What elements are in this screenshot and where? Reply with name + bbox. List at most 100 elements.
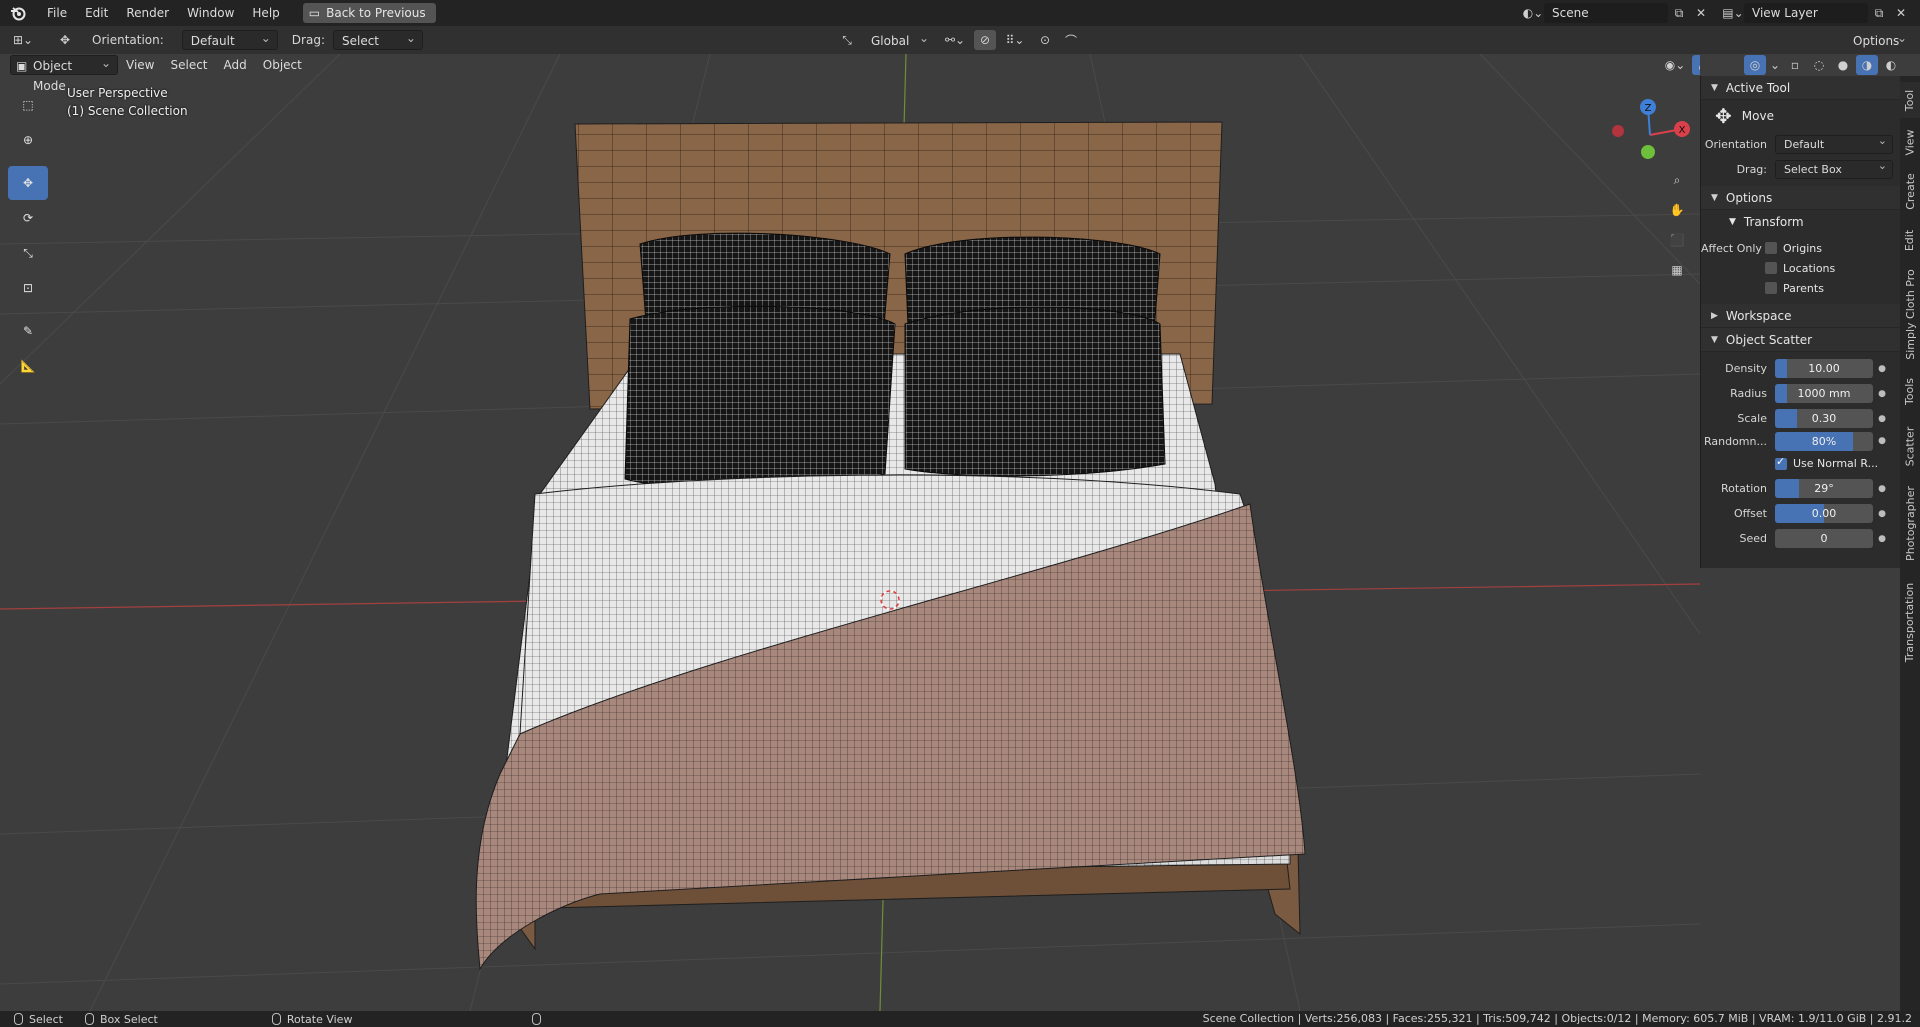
duplicate-scene-icon[interactable]: ⧉ xyxy=(1668,3,1690,23)
material-shading-icon[interactable]: ◑ xyxy=(1856,55,1878,75)
move-tool[interactable]: ✥ xyxy=(8,166,48,200)
keyframe-dot-icon[interactable]: ● xyxy=(1873,534,1891,544)
pan-view-hand-icon[interactable]: ✋ xyxy=(1664,197,1690,223)
3d-viewport[interactable]: ▣ Object Mode View Select Add Object ◉⌄ … xyxy=(0,54,1700,1011)
viewport-menu-view[interactable]: View xyxy=(118,55,162,75)
parents-checkbox[interactable] xyxy=(1765,282,1777,294)
tab-photographer[interactable]: Photographer xyxy=(1900,478,1920,568)
editor-type-icon[interactable]: ⊞⌄ xyxy=(8,30,38,50)
keyframe-dot-icon[interactable]: ● xyxy=(1873,389,1891,399)
back-to-previous-button[interactable]: ▭ Back to Previous xyxy=(302,3,436,23)
tab-edit[interactable]: Edit xyxy=(1900,220,1920,260)
delete-view-layer-icon[interactable]: ✕ xyxy=(1890,3,1912,23)
xray-toggle-icon[interactable]: ▫ xyxy=(1784,55,1806,75)
panel-expanded-icon: ▼ xyxy=(1711,82,1718,93)
gizmo-y-axis[interactable] xyxy=(1641,145,1655,159)
use-normal-checkbox[interactable] xyxy=(1775,455,1787,470)
transform-tool[interactable]: ⊡ xyxy=(8,271,48,305)
density-field[interactable]: 10.00 xyxy=(1775,359,1873,378)
scale-tool[interactable]: ⤡ xyxy=(8,236,48,270)
gizmo-neg-x-axis[interactable] xyxy=(1612,125,1624,137)
orientation-dropdown[interactable]: Default xyxy=(181,28,278,50)
use-normal-label: Use Normal R... xyxy=(1793,457,1879,470)
viewport-menu-select[interactable]: Select xyxy=(162,55,215,75)
locations-checkbox[interactable] xyxy=(1765,262,1777,274)
pivot-point-icon[interactable]: ⚯⌄ xyxy=(940,30,970,50)
overlays-options-icon[interactable]: ⌄ xyxy=(1768,55,1782,75)
snap-toggle-icon[interactable]: ⊘ xyxy=(974,30,996,50)
camera-view-icon[interactable]: ⬛ xyxy=(1664,227,1690,253)
falloff-icon[interactable]: ⌒ xyxy=(1060,30,1082,50)
viewport-menu-object[interactable]: Object xyxy=(255,55,310,75)
gizmo-toggle-icon[interactable]: ⤢ xyxy=(1692,55,1700,75)
overlays-toggle-icon[interactable]: ◎ xyxy=(1744,55,1766,75)
tab-transportation[interactable]: Transportation xyxy=(1900,572,1920,672)
origins-checkbox[interactable] xyxy=(1765,242,1777,254)
status-context-menu xyxy=(532,1013,542,1025)
measure-tool[interactable]: 📐 xyxy=(8,349,48,383)
scene-type-icon[interactable]: ◐⌄ xyxy=(1522,3,1544,23)
proportional-edit-icon[interactable]: ⊙ xyxy=(1034,30,1056,50)
rotation-field[interactable]: 29° xyxy=(1775,479,1873,498)
offset-field[interactable]: 0.00 xyxy=(1775,504,1873,523)
wireframe-shading-icon[interactable]: ◌ xyxy=(1808,55,1830,75)
drag-dropdown[interactable]: Select Box xyxy=(332,28,423,68)
object-scatter-panel-header[interactable]: ▼ Object Scatter xyxy=(1701,328,1900,352)
select-box-icon: ⬚ xyxy=(22,98,34,112)
keyframe-dot-icon[interactable]: ● xyxy=(1873,484,1891,494)
keyframe-dot-icon[interactable]: ● xyxy=(1873,414,1891,424)
tab-view[interactable]: View xyxy=(1900,122,1920,162)
duplicate-view-layer-icon[interactable]: ⧉ xyxy=(1868,3,1890,23)
view-layer-name-field[interactable]: View Layer xyxy=(1744,3,1868,23)
menu-window[interactable]: Window xyxy=(178,2,243,24)
view-layer-selector: ▤⌄ View Layer ⧉ ✕ xyxy=(1722,2,1912,24)
tab-scatter[interactable]: Scatter xyxy=(1900,418,1920,474)
menu-edit[interactable]: Edit xyxy=(76,2,117,24)
active-tool-panel-header[interactable]: ▼ Active Tool xyxy=(1701,76,1900,100)
options-dropdown[interactable]: Options xyxy=(1844,28,1914,50)
annotate-tool[interactable]: ✎ xyxy=(8,314,48,348)
menu-help[interactable]: Help xyxy=(243,2,288,24)
menu-file[interactable]: File xyxy=(38,2,76,24)
status-box-select-label: Box Select xyxy=(99,1012,158,1026)
tab-tools[interactable]: Tools xyxy=(1900,368,1920,414)
tab-simply-cloth-pro[interactable]: Simply Cloth Pro xyxy=(1900,264,1920,364)
np-orientation-dropdown[interactable]: Default xyxy=(1775,132,1893,154)
keyframe-dot-icon[interactable]: ● xyxy=(1873,509,1891,519)
viewport-menu-add[interactable]: Add xyxy=(216,55,255,75)
mode-dropdown[interactable]: ▣ Object Mode xyxy=(10,54,118,93)
np-drag-dropdown[interactable]: Select Box xyxy=(1775,157,1893,179)
bed-model[interactable] xyxy=(475,121,1306,971)
move-tool-header-icon: ✥ xyxy=(59,33,71,47)
options-panel-header[interactable]: ▼ Options xyxy=(1701,186,1900,210)
panel-expanded-icon: ▼ xyxy=(1729,217,1736,227)
transform-subpanel-header[interactable]: ▼ Transform xyxy=(1701,210,1900,234)
randomness-field[interactable]: 80% xyxy=(1775,431,1873,451)
tab-create[interactable]: Create xyxy=(1900,166,1920,216)
scale-field[interactable]: 0.30 xyxy=(1775,409,1873,428)
scale-label: Scale xyxy=(1737,412,1767,425)
delete-scene-icon[interactable]: ✕ xyxy=(1690,3,1712,23)
scene-name-field[interactable]: Scene xyxy=(1544,3,1668,23)
keyframe-dot-icon[interactable]: ● xyxy=(1873,436,1891,446)
rendered-shading-icon[interactable]: ◐ xyxy=(1880,55,1902,75)
tab-tool[interactable]: Tool xyxy=(1900,82,1920,118)
cursor-tool[interactable]: ⊕ xyxy=(8,123,48,157)
seed-field[interactable]: 0 xyxy=(1775,529,1873,548)
transform-space-dropdown[interactable]: Global xyxy=(862,28,936,50)
perspective-toggle-icon[interactable]: ▦ xyxy=(1664,257,1690,283)
workspace-panel-header[interactable]: ▶ Workspace xyxy=(1701,304,1900,328)
snap-target-icon[interactable]: ⠿⌄ xyxy=(1000,30,1030,50)
navigation-gizmo[interactable]: X Z xyxy=(1600,95,1690,175)
select-box-tool[interactable]: ⬚ xyxy=(8,88,48,122)
blender-logo-icon[interactable] xyxy=(8,3,28,23)
seed-label: Seed xyxy=(1739,532,1768,545)
zoom-view-icon[interactable]: ⌕ xyxy=(1664,167,1690,193)
keyframe-dot-icon[interactable]: ● xyxy=(1873,364,1891,374)
solid-shading-icon[interactable]: ● xyxy=(1832,55,1854,75)
visibility-icon[interactable]: ◉⌄ xyxy=(1660,55,1690,75)
menu-render[interactable]: Render xyxy=(117,2,178,24)
radius-field[interactable]: 1000 mm xyxy=(1775,384,1873,403)
view-layer-icon[interactable]: ▤⌄ xyxy=(1722,3,1744,23)
rotate-tool[interactable]: ⟳ xyxy=(8,201,48,235)
